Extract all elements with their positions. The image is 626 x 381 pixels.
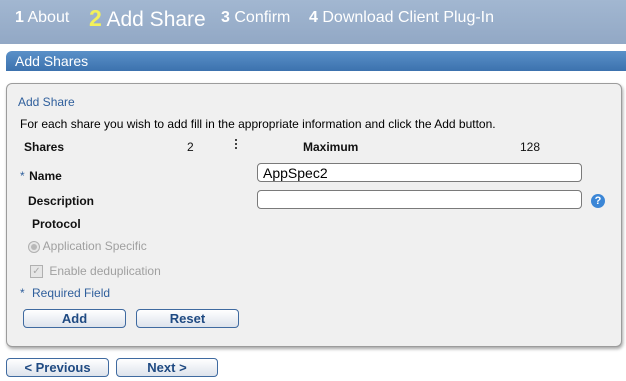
wizard-step-add-share: 2 Add Share (89, 0, 206, 36)
radio-button[interactable] (28, 240, 40, 253)
maximum-label: Maximum (303, 140, 359, 154)
wizard-step-download-plugin[interactable]: 4 Download Client Plug-In (309, 0, 494, 36)
step-number: 1 (15, 9, 24, 26)
name-label: Name (29, 169, 62, 183)
add-share-panel: Add Share For each share you wish to add… (6, 83, 622, 347)
required-star: * (20, 169, 25, 183)
dedup-label: Enable deduplication (49, 264, 161, 278)
shares-count: 2 (187, 140, 194, 154)
step-number: 4 (309, 9, 318, 26)
description-label: Description (28, 194, 95, 208)
name-input[interactable] (257, 163, 582, 182)
wizard-step-bar: 1 About 2 Add Share 3 Confirm 4 Download… (0, 0, 626, 44)
step-label: Add Share (106, 8, 206, 31)
required-field-note: * Required Field (20, 286, 110, 300)
checkbox-checked-icon[interactable]: ✓ (30, 265, 43, 279)
step-number: 2 (89, 5, 102, 31)
required-field-text: Required Field (32, 286, 111, 300)
help-icon[interactable]: ? (591, 194, 605, 208)
description-input[interactable] (257, 190, 582, 209)
maximum-value: 128 (520, 140, 541, 154)
name-row-label: * Name (20, 167, 62, 185)
next-button[interactable]: Next > (116, 358, 218, 377)
previous-button[interactable]: < Previous (6, 358, 109, 377)
step-label: About (27, 9, 70, 26)
protocol-label: Protocol (32, 217, 81, 231)
section-title: Add Shares (15, 53, 89, 69)
reset-button[interactable]: Reset (136, 309, 239, 328)
wizard-step-confirm[interactable]: 3 Confirm (221, 0, 290, 36)
shares-label: Shares (24, 140, 65, 154)
dedup-option[interactable]: ✓ Enable deduplication (30, 264, 161, 279)
step-number: 3 (221, 9, 230, 26)
add-button[interactable]: Add (23, 309, 126, 328)
step-label: Confirm (234, 9, 291, 26)
panel-title: Add Share (18, 95, 75, 109)
wizard-step-about[interactable]: 1 About (15, 0, 69, 36)
instructions-text: For each share you wish to add fill in t… (20, 117, 496, 131)
protocol-option-application-specific[interactable]: Application Specific (28, 239, 147, 253)
required-star: * (20, 286, 25, 300)
section-header: Add Shares (6, 51, 626, 71)
protocol-option-label: Application Specific (42, 239, 147, 253)
step-label: Download Client Plug-In (322, 9, 495, 26)
column-separator-icon (235, 139, 237, 151)
